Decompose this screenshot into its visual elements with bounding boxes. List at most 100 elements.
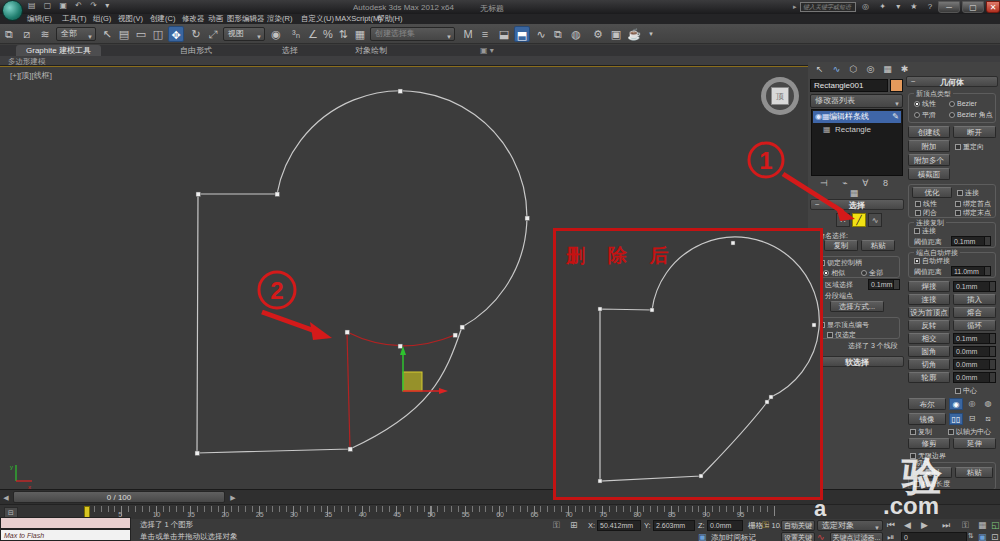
- object-name-field[interactable]: Rectangle001: [810, 79, 888, 92]
- refine-button[interactable]: 优化: [912, 187, 952, 198]
- reference-coordinate-combo[interactable]: 视图▼: [223, 27, 265, 41]
- about-pivot-checkbox[interactable]: 以轴为中心: [948, 428, 991, 436]
- frame-spinner[interactable]: ⇅: [968, 532, 974, 540]
- zoom-extents-icon[interactable]: ◱: [991, 520, 1000, 530]
- zoom-viewport-icon[interactable]: ▣: [978, 532, 987, 541]
- soft-selection-rollout-header[interactable]: +软选择: [810, 356, 904, 367]
- qat-icons[interactable]: ▤ ▢ ▣ ↶ ↷ ▾: [28, 1, 112, 10]
- set-key-button[interactable]: 设置关键点: [781, 532, 815, 541]
- auto-key-button[interactable]: 自动关键点: [781, 520, 815, 531]
- bind-to-spacewarp-icon[interactable]: ≋: [37, 26, 53, 42]
- rendered-frame-icon[interactable]: ▣: [608, 26, 624, 42]
- tab-object-paint[interactable]: 对象绘制: [345, 45, 397, 56]
- cross-insert-field[interactable]: 0.1mm: [953, 333, 996, 344]
- z-field[interactable]: 0.0mm: [707, 520, 743, 531]
- create-tab-icon[interactable]: ↖: [812, 63, 827, 76]
- menu-group[interactable]: 组(G): [93, 14, 111, 24]
- weld-threshold-field[interactable]: 11.0mm: [951, 266, 991, 276]
- menu-edit[interactable]: 编辑(E): [27, 14, 52, 24]
- schematic-view-icon[interactable]: ⧉: [550, 26, 566, 42]
- object-color-swatch[interactable]: [890, 79, 903, 92]
- attach-mult-button[interactable]: 附加多个: [908, 154, 950, 166]
- boolean-button[interactable]: 布尔: [908, 398, 946, 410]
- center-checkbox[interactable]: 中心: [955, 387, 977, 395]
- cycle-button[interactable]: 循环: [953, 320, 996, 331]
- modifier-stack[interactable]: ◉▦编辑样条线✎ ▦Rectangle: [811, 109, 903, 176]
- auto-weld-checkbox[interactable]: 自动焊接: [914, 257, 950, 265]
- boolean-union-icon[interactable]: ◉: [949, 398, 963, 410]
- bezier-radio[interactable]: Bezier: [949, 100, 977, 108]
- bind-last-checkbox[interactable]: 绑定末点: [955, 209, 991, 217]
- paste-named-button[interactable]: 粘贴: [861, 240, 895, 251]
- select-and-rotate-icon[interactable]: ↻: [188, 26, 204, 42]
- search-input[interactable]: 键入关键字或短语: [800, 2, 856, 12]
- menu-customize[interactable]: 自定义(U): [301, 14, 334, 24]
- lock-handles-checkbox[interactable]: 锁定控制柄: [819, 259, 862, 267]
- snap-toggle-icon[interactable]: ³ₙ: [288, 26, 304, 42]
- timeline-left-arrow[interactable]: ◀: [1, 492, 11, 503]
- app-logo[interactable]: [2, 0, 23, 21]
- time-slider[interactable]: 0 / 100: [13, 491, 225, 503]
- stack-item-rectangle[interactable]: ▦Rectangle: [813, 124, 901, 135]
- segment-subobject-icon[interactable]: ╱: [852, 213, 866, 227]
- copy-named-button[interactable]: 复制: [824, 240, 858, 251]
- attach-button[interactable]: 附加: [908, 140, 950, 152]
- refine-connect-checkbox[interactable]: 连接: [957, 189, 979, 197]
- cross-insert-button[interactable]: 相交: [908, 333, 950, 344]
- key-mode-icon[interactable]: ⚿: [962, 520, 969, 531]
- use-pivot-center-icon[interactable]: ◉: [268, 26, 284, 42]
- selection-rollout-header[interactable]: −选择: [810, 199, 904, 210]
- restore-button[interactable]: ▢: [962, 1, 984, 13]
- tab-freeform[interactable]: 自由形式: [170, 45, 222, 56]
- ribbon-minimize-icon[interactable]: ▣ ▾: [470, 45, 504, 56]
- modify-tab-icon[interactable]: ∿: [829, 63, 844, 76]
- render-production-icon[interactable]: ☕: [626, 26, 642, 42]
- menu-tools[interactable]: 工具(T): [62, 14, 87, 24]
- mirror-horizontal-icon[interactable]: ▯▯: [949, 413, 963, 425]
- play-icon[interactable]: ▶: [921, 520, 928, 530]
- connect-button[interactable]: 连接: [908, 294, 950, 305]
- timeline-right-arrow[interactable]: ▶: [228, 492, 238, 503]
- bezier-corner-radio[interactable]: Bezier 角点: [949, 111, 993, 119]
- hierarchy-tab-icon[interactable]: ⬡: [846, 63, 861, 76]
- reverse-button[interactable]: 反转: [908, 320, 950, 331]
- render-flyout-arrow[interactable]: ▾: [643, 26, 659, 42]
- y-field[interactable]: 2.603mm: [653, 520, 695, 531]
- key-icon[interactable]: ⚿: [762, 520, 769, 531]
- trim-button[interactable]: 修剪: [908, 438, 950, 449]
- linear-radio[interactable]: 线性: [914, 100, 936, 108]
- reorient-checkbox[interactable]: 重定向: [955, 143, 984, 151]
- create-line-button[interactable]: 创建线: [908, 126, 950, 138]
- maximize-viewport-icon[interactable]: ⊡: [991, 532, 999, 541]
- frame-field[interactable]: 0: [901, 532, 967, 541]
- absolute-mode-icon[interactable]: ⊞: [570, 520, 578, 530]
- infocenter-arrow[interactable]: ▸: [793, 3, 797, 11]
- tab-graphite[interactable]: Graphite 建模工具: [16, 45, 101, 56]
- chamfer-button[interactable]: 切角: [908, 359, 950, 370]
- closed-checkbox[interactable]: 闭合: [915, 209, 937, 217]
- chamfer-field[interactable]: 0.0mm: [953, 359, 996, 370]
- x-field[interactable]: 50.412mm: [597, 520, 641, 531]
- edit-named-selection-icon[interactable]: ▦: [352, 26, 368, 42]
- alike-radio[interactable]: 相似: [823, 269, 845, 277]
- modifier-list-combo[interactable]: 修改器列表▼: [810, 94, 903, 108]
- select-by-button[interactable]: 选择方式...: [830, 301, 884, 312]
- break-button[interactable]: 断开: [953, 126, 996, 138]
- smooth-radio[interactable]: 平滑: [914, 111, 936, 119]
- pan-icon[interactable]: ▦: [978, 520, 987, 530]
- angle-snap-icon[interactable]: ∠: [305, 26, 321, 42]
- fuse-button[interactable]: 熔合: [953, 307, 996, 318]
- make-first-button[interactable]: 设为首顶点: [908, 307, 950, 318]
- menu-help[interactable]: 帮助(H): [377, 14, 402, 24]
- unlink-selection-icon[interactable]: ⧄: [19, 26, 35, 42]
- prev-frame-icon[interactable]: ◀: [904, 520, 911, 530]
- tangent-paste-button[interactable]: 粘贴: [955, 467, 993, 478]
- selected-segment-line[interactable]: [347, 332, 350, 449]
- selected-only-checkbox[interactable]: 仅选定: [827, 331, 856, 339]
- spline-subobject-icon[interactable]: ∿: [868, 213, 882, 227]
- mirror-button[interactable]: 镜像: [908, 413, 946, 425]
- key-filters-icon[interactable]: ∿: [817, 532, 825, 541]
- fillet-field[interactable]: 0.0mm: [953, 346, 996, 357]
- menu-maxscript[interactable]: MAXScript(M): [335, 14, 382, 24]
- spline-vertices[interactable]: [195, 89, 530, 456]
